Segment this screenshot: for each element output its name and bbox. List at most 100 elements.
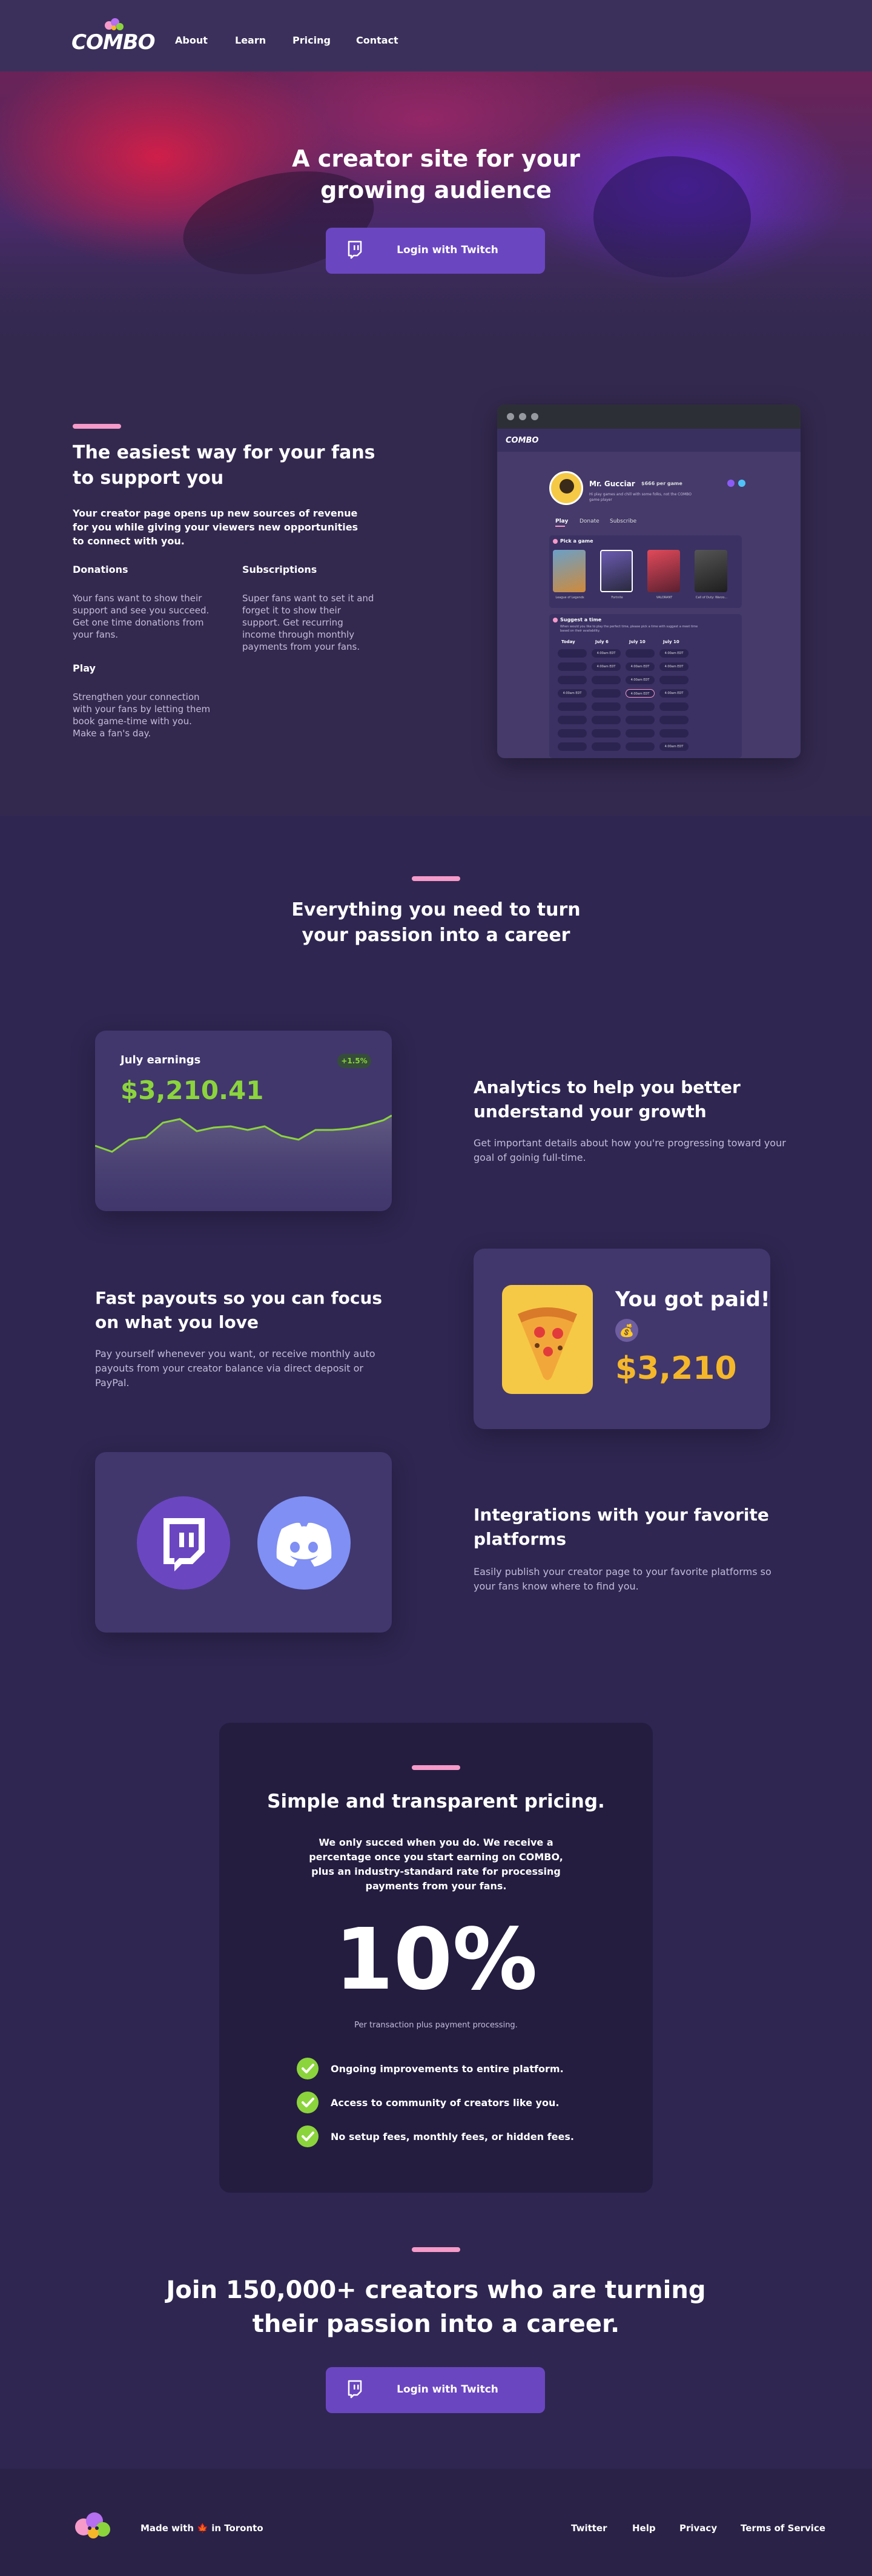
earnings-sparkline xyxy=(95,1114,392,1211)
earnings-badge: +1.5% xyxy=(337,1054,371,1068)
pricing-item: Access to community of creators like you… xyxy=(331,2097,560,2109)
support-intro: Your creator page opens up new sources o… xyxy=(73,507,358,547)
top-nav: COMBO About Learn Pricing Contact xyxy=(0,0,872,71)
mockup-tab-subscribe[interactable]: Subscribe xyxy=(610,518,636,524)
time-slot[interactable]: 4:00am EDT xyxy=(626,662,655,671)
mockup-creator-name: Mr. Gucciar xyxy=(589,480,635,488)
maple-leaf-icon: 🍁 xyxy=(197,2523,208,2534)
game-label: VALORANT xyxy=(656,596,673,599)
time-slot[interactable] xyxy=(626,742,655,751)
time-slot[interactable] xyxy=(592,676,621,684)
combo-logo[interactable]: COMBO xyxy=(71,17,156,56)
time-slot[interactable] xyxy=(659,702,689,711)
support-title: The easiest way for your fans to support… xyxy=(73,442,375,489)
time-slot[interactable] xyxy=(659,676,689,684)
time-slot[interactable] xyxy=(558,676,587,684)
time-slot[interactable]: 4:00am EDT xyxy=(659,689,689,698)
window-dot xyxy=(519,413,526,420)
logo-text: COMBO xyxy=(71,30,156,54)
time-slot[interactable] xyxy=(659,729,689,738)
time-slot[interactable]: 4:00am EDT xyxy=(592,662,621,671)
mockup-tab-donate[interactable]: Donate xyxy=(580,518,600,524)
payout-card-value: $3,210 xyxy=(615,1350,737,1387)
nav-link-learn[interactable]: Learn xyxy=(235,35,266,46)
made-with-post: in Toronto xyxy=(211,2523,263,2534)
mockup-pick-game-card: Pick a game League of Legends Fortnite V… xyxy=(549,535,742,608)
pricing-text: We only succed when you do. We receive a… xyxy=(309,1837,563,1892)
game-tile-warzone[interactable] xyxy=(695,550,727,592)
time-slot[interactable] xyxy=(558,716,587,724)
time-slot[interactable]: 4:00am EDT xyxy=(626,689,655,698)
hero-login-twitch-button[interactable]: Login with Twitch xyxy=(326,228,545,274)
time-slot[interactable] xyxy=(626,702,655,711)
time-slot[interactable] xyxy=(626,716,655,724)
footer-link-privacy[interactable]: Privacy xyxy=(679,2523,717,2534)
time-slot[interactable]: 4:00am EDT xyxy=(592,649,621,658)
nav-link-pricing[interactable]: Pricing xyxy=(292,35,331,46)
time-slot[interactable] xyxy=(592,742,621,751)
time-slot[interactable]: 4:00am EDT xyxy=(659,649,689,658)
game-label: League of Legends xyxy=(555,596,584,599)
earnings-value: $3,210.41 xyxy=(121,1075,264,1105)
money-bag-icon: 💰 xyxy=(615,1319,638,1342)
integrations-title: Integrations with your favorite platform… xyxy=(474,1505,769,1549)
time-slot[interactable] xyxy=(558,742,587,751)
time-slot[interactable] xyxy=(626,729,655,738)
pricing-note: Per transaction plus payment processing. xyxy=(354,2021,518,2030)
game-tile-fortnite[interactable] xyxy=(600,550,633,592)
day-header: July 10 xyxy=(663,639,679,644)
join-title: Join 150,000+ creators who are turning t… xyxy=(166,2276,706,2338)
check-icon xyxy=(297,2125,319,2147)
join-login-label: Login with Twitch xyxy=(397,2383,498,2396)
time-slot[interactable] xyxy=(592,729,621,738)
earnings-card-label: July earnings xyxy=(121,1054,201,1066)
integrations-card xyxy=(95,1452,392,1633)
hero-banner xyxy=(0,71,872,351)
mockup-twitch-icon[interactable] xyxy=(727,480,735,487)
time-slot[interactable] xyxy=(558,662,587,671)
feature-text-subscriptions: Super fans want to set it and forget it … xyxy=(242,593,374,652)
nav-link-about[interactable]: About xyxy=(175,35,208,46)
mockup-twitter-icon[interactable] xyxy=(738,480,745,487)
mockup-tab-underline xyxy=(555,526,565,527)
time-slot[interactable] xyxy=(558,649,587,658)
time-slot[interactable]: 4:00am EDT xyxy=(626,676,655,684)
mockup-suggest-text: When would you like to play the perfect … xyxy=(560,625,698,633)
time-slot[interactable] xyxy=(659,716,689,724)
footer-link-twitter[interactable]: Twitter xyxy=(571,2523,607,2534)
check-icon xyxy=(297,2058,319,2079)
mockup-pick-game-label: Pick a game xyxy=(560,538,593,544)
pricing-card: Simple and transparent pricing. We only … xyxy=(219,1723,653,2193)
payouts-text: Pay yourself whenever you want, or recei… xyxy=(95,1348,375,1389)
footer-link-terms[interactable]: Terms of Service xyxy=(741,2523,825,2534)
time-slot[interactable]: 4:00am EDT xyxy=(659,742,689,751)
join-login-twitch-button[interactable]: Login with Twitch xyxy=(326,2367,545,2413)
footer-link-help[interactable]: Help xyxy=(632,2523,656,2534)
time-slot[interactable] xyxy=(626,649,655,658)
mockup-nav: COMBO xyxy=(497,429,801,452)
pricing-item: No setup fees, monthly fees, or hidden f… xyxy=(331,2131,574,2142)
nav-link-contact[interactable]: Contact xyxy=(356,35,398,46)
analytics-text: Get important details about how you're p… xyxy=(474,1137,786,1163)
twitch-logo-icon xyxy=(137,1496,230,1590)
pricing-title: Simple and transparent pricing. xyxy=(267,1791,605,1812)
time-slot[interactable] xyxy=(592,689,621,698)
time-slot[interactable] xyxy=(558,702,587,711)
creator-page-mockup: COMBO Mr. Gucciar $666 per game Hi play … xyxy=(497,405,801,758)
game-tile-valorant[interactable] xyxy=(647,550,680,592)
feature-text-donations: Your fans want to show their support and… xyxy=(73,593,210,640)
time-slot[interactable] xyxy=(592,716,621,724)
mockup-tab-play[interactable]: Play xyxy=(555,518,568,524)
window-dot xyxy=(507,413,514,420)
time-slot[interactable] xyxy=(558,729,587,738)
mockup-logo: COMBO xyxy=(506,436,539,445)
mockup-window-bar xyxy=(497,405,801,429)
time-slot[interactable] xyxy=(592,702,621,711)
footer-flower-logo-icon[interactable] xyxy=(71,2509,115,2545)
mockup-price: $666 per game xyxy=(641,481,682,486)
feature-title-subscriptions: Subscriptions xyxy=(242,564,317,575)
day-header: Today xyxy=(561,639,575,644)
time-slot[interactable]: 4:00am EDT xyxy=(558,689,587,698)
time-slot[interactable]: 4:00am EDT xyxy=(659,662,689,671)
game-tile-lol[interactable] xyxy=(553,550,586,592)
